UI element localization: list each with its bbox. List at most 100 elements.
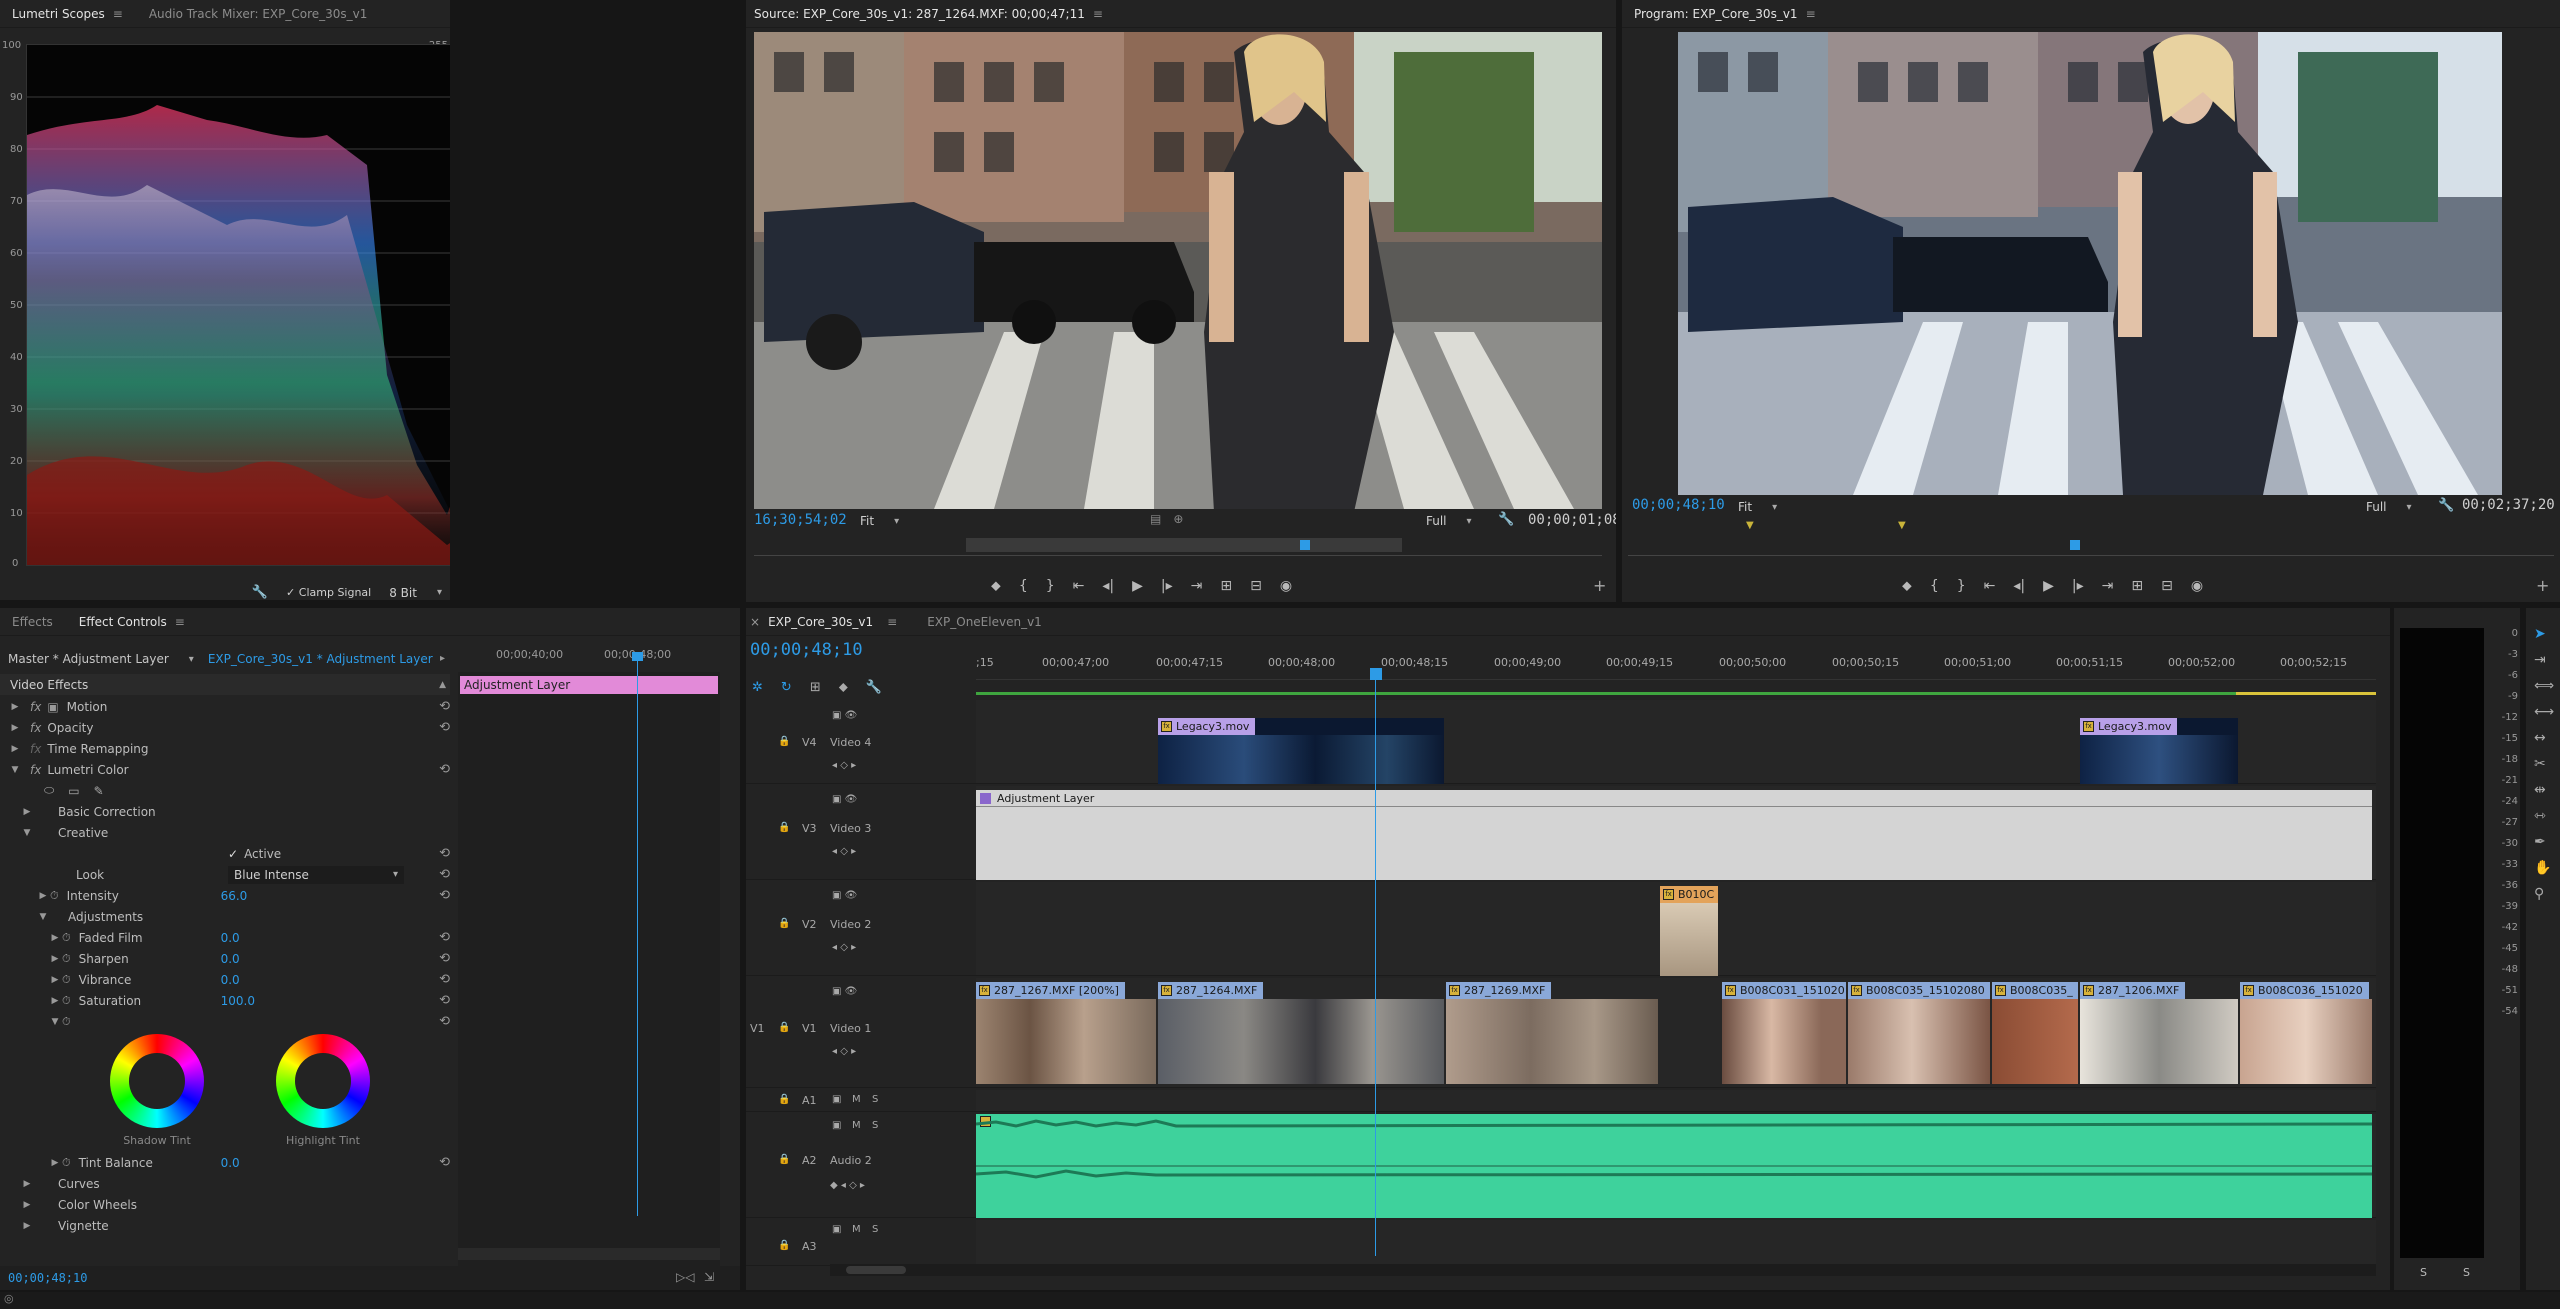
bit-depth-dropdown[interactable]: 8 Bit [389, 586, 442, 600]
collapse-icon[interactable]: ▼ [36, 912, 50, 922]
reset-icon[interactable]: ⟲ [439, 1155, 450, 1170]
step-forward-icon[interactable]: |▸ [2072, 578, 2084, 594]
sharpen-value[interactable]: 0.0 [221, 952, 240, 966]
effect-row-motion[interactable]: ▶ fx ▣ Motion ⟲ [0, 696, 450, 717]
export-frame-icon[interactable]: ◉ [2191, 578, 2203, 594]
collapse-icon[interactable]: ▼ [48, 1017, 62, 1027]
faded-film-value[interactable]: 0.0 [221, 931, 240, 945]
play-icon[interactable]: ▶ [1132, 578, 1143, 594]
panel-menu-icon[interactable]: ≡ [1093, 7, 1103, 21]
keyframe-nav-icon[interactable]: ◂ ◇ ▸ [832, 760, 856, 771]
clip-b008c035-b[interactable]: fx B008C035_ [1992, 982, 2078, 1084]
clip-b008c036[interactable]: fx B008C036_151020 [2240, 982, 2372, 1084]
master-clip-dropdown[interactable]: Master * Adjustment Layer [8, 652, 194, 666]
expand-icon[interactable]: ▶ [20, 1200, 34, 1210]
clip-287-1264[interactable]: fx 287_1264.MXF [1158, 982, 1444, 1084]
intensity-value[interactable]: 66.0 [221, 889, 248, 903]
mini-adjustment-clip[interactable]: Adjustment Layer [460, 676, 718, 694]
saturation-value[interactable]: 100.0 [221, 994, 255, 1008]
timeline-playhead-head[interactable] [1370, 668, 1382, 680]
source-fit-dropdown[interactable]: Fit [860, 514, 899, 528]
tab-seq-1[interactable]: × EXP_Core_30s_v1 ≡ [750, 615, 897, 629]
mark-out-icon[interactable]: } [1957, 578, 1966, 594]
sequence-clip-link[interactable]: EXP_Core_30s_v1 * Adjustment Layer [208, 652, 433, 666]
program-fit-dropdown[interactable]: Fit [1738, 500, 1777, 514]
collapse-icon[interactable]: ▼ [8, 765, 22, 775]
clip-audio-2[interactable] [976, 1114, 2372, 1218]
tab-seq-2[interactable]: EXP_OneEleven_v1 [927, 615, 1042, 629]
mark-in-icon[interactable]: { [1930, 578, 1939, 594]
panel-menu-icon[interactable]: ≡ [113, 7, 123, 21]
rate-stretch-tool-icon[interactable]: ↔ [2534, 730, 2554, 746]
tab-lumetri-scopes[interactable]: Lumetri Scopes [12, 7, 105, 21]
expand-icon[interactable]: ▶ [48, 954, 62, 964]
status-indicator-icon[interactable]: ◎ [4, 1292, 14, 1305]
mini-playhead-head[interactable] [632, 652, 643, 661]
highlight-tint-wheel[interactable] [276, 1034, 370, 1128]
program-video-frame[interactable] [1678, 32, 2502, 495]
panel-menu-icon[interactable]: ≡ [175, 615, 185, 629]
clip-287-1267[interactable]: fx 287_1267.MXF [200%] [976, 982, 1156, 1084]
expand-icon[interactable]: ▶ [48, 975, 62, 985]
source-playhead[interactable] [1300, 540, 1310, 550]
add-marker-icon[interactable]: ⬥ [839, 680, 848, 695]
reset-icon[interactable]: ⟲ [439, 762, 450, 777]
clip-b008c031[interactable]: fx B008C031_151020 [1722, 982, 1846, 1084]
section-basic-correction[interactable]: ▶ Basic Correction [0, 801, 450, 822]
timeline-playhead-line[interactable] [1375, 680, 1376, 1256]
drag-video-icon[interactable]: ⊕ [1173, 512, 1183, 526]
reset-icon[interactable]: ⟲ [439, 972, 450, 987]
collapse-up-icon[interactable]: ▲ [439, 680, 446, 690]
stopwatch-icon[interactable]: ⏱ [62, 994, 71, 1008]
effect-row-time-remapping[interactable]: ▶ fx Time Remapping [0, 738, 450, 759]
add-button-icon[interactable]: + [2536, 576, 2549, 595]
toggle-sync-icon[interactable]: ▣ [832, 1094, 841, 1105]
snap-icon[interactable]: ↻ [781, 680, 792, 695]
marker-icon[interactable]: ▼ [1746, 520, 1754, 531]
ripple-edit-tool-icon[interactable]: ⟺ [2534, 678, 2554, 694]
overwrite-icon[interactable]: ⊟ [1250, 578, 1262, 594]
insert-icon[interactable]: ⊞ [1220, 578, 1232, 594]
solo-left-button[interactable]: S [2420, 1266, 2427, 1279]
export-frame-icon[interactable]: ◉ [1280, 578, 1292, 594]
section-vignette[interactable]: ▶ Vignette [0, 1215, 450, 1236]
keyframe-nav-icon[interactable]: ◆ ◂ ◇ ▸ [830, 1180, 865, 1191]
program-timecode[interactable]: 00;00;48;10 [1632, 497, 1725, 513]
expand-icon[interactable]: ▶ [8, 723, 22, 733]
look-dropdown[interactable]: Blue Intense [228, 865, 404, 884]
vibrance-value[interactable]: 0.0 [221, 973, 240, 987]
add-marker-icon[interactable]: ⬥ [991, 578, 1001, 594]
lock-icon[interactable]: 🔒 [778, 736, 790, 747]
expand-icon[interactable]: ▶ [20, 1179, 34, 1189]
solo-button[interactable]: S [872, 1094, 878, 1105]
source-title[interactable]: Source: EXP_Core_30s_v1: 287_1264.MXF: 0… [754, 7, 1085, 21]
go-to-in-icon[interactable]: ⇤ [1984, 578, 1996, 594]
expand-icon[interactable]: ▶ [20, 807, 34, 817]
toggle-output-icon[interactable]: ▣ 👁 [832, 986, 857, 997]
expand-icon[interactable]: ▶ [8, 744, 22, 754]
lock-icon[interactable]: 🔒 [778, 1094, 790, 1105]
fx-icon[interactable]: fx [30, 721, 41, 735]
stopwatch-icon[interactable]: ⏱ [50, 889, 59, 903]
fx-icon[interactable]: fx [30, 742, 41, 756]
mini-playhead[interactable] [637, 656, 638, 1216]
solo-right-button[interactable]: S [2463, 1266, 2470, 1279]
play-audio-icon[interactable]: ▷◁ [676, 1270, 694, 1284]
toggle-output-icon[interactable]: ▣ 👁 [832, 710, 857, 721]
toggle-output-icon[interactable]: ▣ 👁 [832, 890, 857, 901]
collapse-arrow-icon[interactable]: ▸ [440, 653, 445, 664]
clip-b010c[interactable]: fx B010C [1660, 886, 1718, 976]
stopwatch-icon[interactable]: ⏱ [62, 1015, 71, 1029]
fx-icon[interactable]: fx [30, 700, 41, 714]
marker-icon[interactable]: ▼ [1898, 520, 1906, 531]
lock-icon[interactable]: 🔒 [778, 822, 790, 833]
toggle-output-icon[interactable]: ▣ 👁 [832, 794, 857, 805]
clamp-signal-checkbox[interactable]: ✓ Clamp Signal [286, 586, 371, 599]
tab-audio-track-mixer[interactable]: Audio Track Mixer: EXP_Core_30s_v1 [149, 7, 368, 21]
lock-icon[interactable]: 🔒 [778, 1240, 790, 1251]
motion-transform-icon[interactable]: ▣ [47, 700, 58, 714]
expand-icon[interactable]: ▶ [36, 891, 50, 901]
lock-icon[interactable]: 🔒 [778, 918, 790, 929]
timeline-timecode[interactable]: 00;00;48;10 [750, 640, 863, 660]
fx-icon[interactable]: fx [30, 763, 41, 777]
